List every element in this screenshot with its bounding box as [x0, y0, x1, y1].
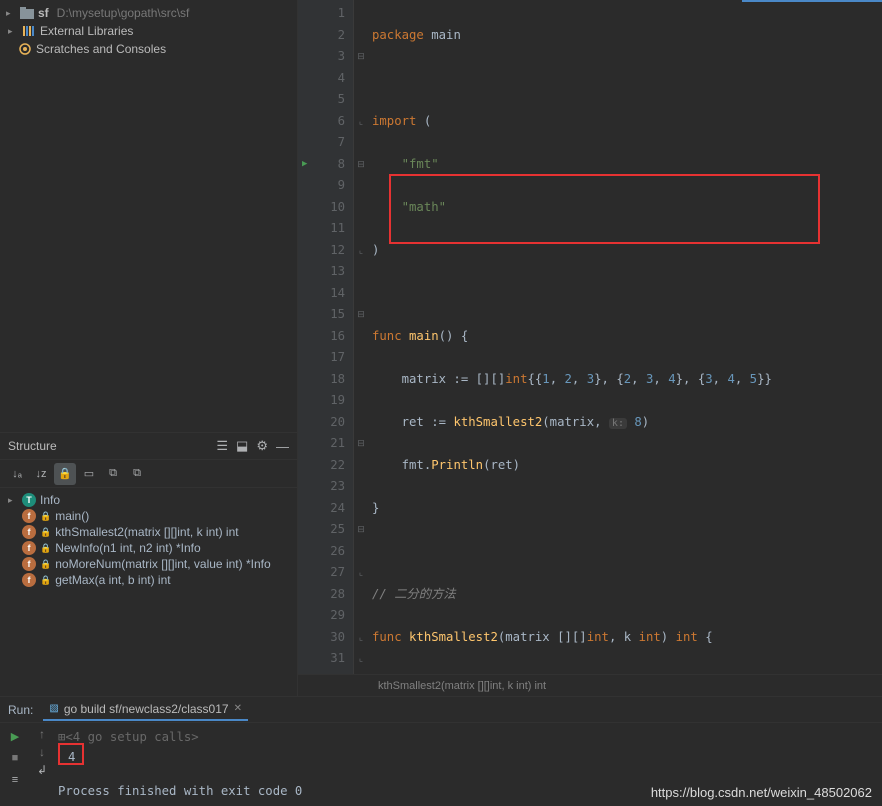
type-badge: T — [22, 493, 36, 507]
lock-icon[interactable]: 🔒 — [54, 463, 76, 485]
structure-item[interactable]: f 🔒 kthSmallest2(matrix [][]int, k int) … — [0, 524, 297, 540]
watermark: https://blog.csdn.net/weixin_48502062 — [651, 785, 872, 800]
func-badge: f — [22, 525, 36, 539]
run-icon[interactable]: ▶ — [5, 727, 25, 745]
structure-item-label: Info — [40, 493, 60, 507]
structure-title: Structure — [8, 439, 57, 453]
structure-item[interactable]: ▸ T Info — [0, 492, 297, 508]
fold-column[interactable]: ⊟⌞ ⊟⌞ ⊟⊟ ⊟⌞ ⌞⌞ — [354, 0, 368, 674]
func-badge: f — [22, 541, 36, 555]
chevron-right-icon: ▸ — [6, 8, 16, 19]
structure-item-label: kthSmallest2(matrix [][]int, k int) int — [55, 525, 238, 539]
run-gutter-icon[interactable]: ▶ — [302, 154, 307, 176]
output-result: 4 — [58, 747, 878, 767]
gear-icon[interactable]: ⚙ — [256, 438, 268, 454]
list-icon[interactable]: ☰ — [216, 438, 228, 454]
output-calls: <4 go setup calls> — [65, 730, 198, 744]
run-tab[interactable]: ▧ go build sf/newclass2/class017 ✕ — [43, 699, 248, 721]
down-icon[interactable]: ↓ — [39, 745, 45, 759]
structure-toolbar: ↓ₐ ↓ᴢ 🔒 ▭ ⧉ ⧉ — [0, 460, 297, 488]
tree-root-path: D:\mysetup\gopath\src\sf — [57, 6, 190, 20]
project-tree[interactable]: ▸ sf D:\mysetup\gopath\src\sf ▸ External… — [0, 0, 297, 432]
code-editor[interactable]: 1234567 ▶8 9101112131415 16171819202122 … — [298, 0, 882, 674]
line-gutter[interactable]: 1234567 ▶8 9101112131415 16171819202122 … — [298, 0, 354, 674]
structure-header: Structure ☰ ⬓ ⚙ — — [0, 432, 297, 460]
close-icon[interactable]: ✕ — [234, 703, 242, 714]
wrap-icon[interactable]: ↲ — [37, 763, 47, 777]
structure-item[interactable]: f 🔒 noMoreNum(matrix [][]int, value int)… — [0, 556, 297, 572]
lock-icon: 🔒 — [40, 511, 51, 522]
sort-az-icon[interactable]: ↓ₐ — [6, 463, 28, 485]
structure-item-label: NewInfo(n1 int, n2 int) *Info — [55, 541, 200, 555]
run-label: Run: — [8, 703, 33, 717]
tree-row-externals[interactable]: ▸ External Libraries — [0, 22, 297, 40]
structure-item[interactable]: f 🔒 getMax(a int, b int) int — [0, 572, 297, 588]
code-lines[interactable]: package main import ( "fmt" "math" ) fun… — [368, 0, 882, 674]
tree-row-root[interactable]: ▸ sf D:\mysetup\gopath\src\sf — [0, 4, 297, 22]
tree-externals-label: External Libraries — [40, 24, 133, 38]
tree-scratches-label: Scratches and Consoles — [36, 42, 166, 56]
structure-item[interactable]: f 🔒 main() — [0, 508, 297, 524]
structure-item[interactable]: f 🔒 NewInfo(n1 int, n2 int) *Info — [0, 540, 297, 556]
run-nav: ↑ ↓ ↲ — [30, 723, 54, 806]
structure-item-label: main() — [55, 509, 89, 523]
overlap-icon[interactable]: ⧉ — [102, 463, 124, 485]
scratches-icon — [18, 42, 32, 56]
chevron-right-icon: ▸ — [8, 26, 18, 37]
func-badge: f — [22, 557, 36, 571]
lock-icon: 🔒 — [40, 559, 51, 570]
lock-icon: 🔒 — [40, 543, 51, 554]
structure-list[interactable]: ▸ T Info f 🔒 main() f 🔒 kthSmallest2(mat… — [0, 488, 297, 696]
structure-item-label: getMax(a int, b int) int — [55, 573, 170, 587]
tree-row-scratches[interactable]: Scratches and Consoles — [0, 40, 297, 58]
lock-icon: 🔒 — [40, 575, 51, 586]
breadcrumb[interactable]: kthSmallest2(matrix [][]int, k int) int — [298, 674, 882, 696]
library-icon — [22, 24, 36, 38]
tree-root-name: sf — [38, 6, 49, 20]
breadcrumb-label: kthSmallest2(matrix [][]int, k int) int — [378, 680, 546, 692]
go-icon: ▧ — [49, 703, 58, 714]
structure-item-label: noMoreNum(matrix [][]int, value int) *In… — [55, 557, 270, 571]
sort-za-icon[interactable]: ↓ᴢ — [30, 463, 52, 485]
layout-icon[interactable]: ≡ — [5, 771, 25, 789]
split-icon[interactable]: ⬓ — [236, 438, 248, 454]
func-badge: f — [22, 573, 36, 587]
minimize-icon[interactable]: — — [276, 439, 289, 454]
run-tab-label: go build sf/newclass2/class017 — [64, 702, 229, 716]
func-badge: f — [22, 509, 36, 523]
up-icon[interactable]: ↑ — [39, 727, 45, 741]
folder-view-icon[interactable]: ▭ — [78, 463, 100, 485]
folder-icon — [20, 6, 34, 20]
run-toolbar: ▶ ■ ≡ — [0, 723, 30, 806]
filter-icon[interactable]: ⧉ — [126, 463, 148, 485]
lock-icon: 🔒 — [40, 527, 51, 538]
chevron-right-icon: ▸ — [8, 495, 18, 506]
stop-icon[interactable]: ■ — [5, 749, 25, 767]
